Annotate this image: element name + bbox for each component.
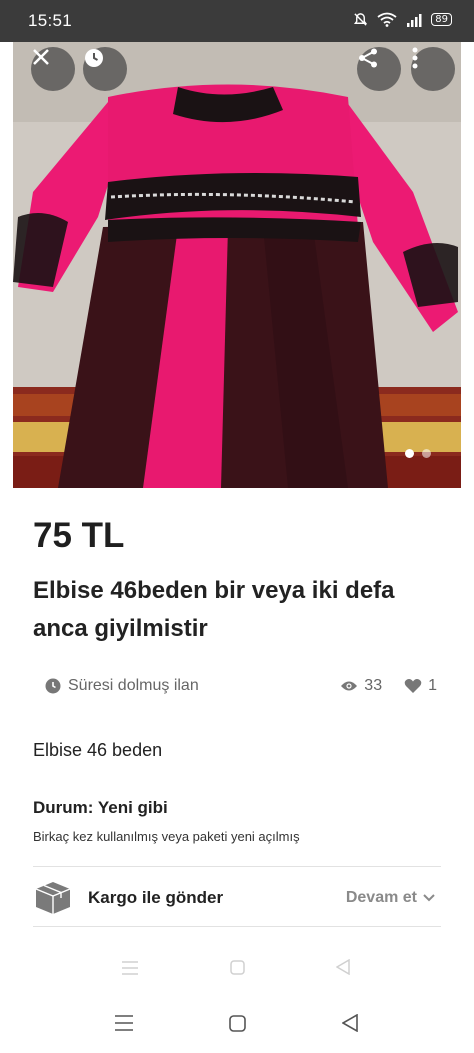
views-value: 33 (364, 677, 383, 694)
system-navigation-bar (0, 993, 474, 1053)
close-icon (33, 49, 49, 65)
dress-photo (13, 42, 461, 488)
status-text: Süresi dolmuş ilan (68, 677, 199, 694)
status-time: 15:51 (28, 11, 73, 30)
share-icon (359, 48, 377, 68)
photo-pagination (405, 449, 431, 458)
square-icon (228, 1014, 246, 1032)
heart-icon (404, 679, 422, 693)
close-button[interactable] (31, 47, 75, 91)
divider (33, 926, 441, 927)
mute-icon (354, 13, 368, 26)
page-dot-2[interactable] (422, 449, 431, 458)
shipping-row[interactable]: Kargo ile gönder Devam et (33, 878, 441, 918)
likes-value: 1 (428, 677, 437, 694)
listing-details: 75 TL Elbise 46beden bir veya iki defa a… (13, 488, 461, 993)
status-icons: 89 (353, 12, 452, 27)
listing-status: Süresi dolmuş ilan (45, 677, 199, 695)
listing-photo[interactable] (13, 42, 461, 488)
back-triangle-icon (342, 1014, 358, 1032)
menu-icon (115, 1015, 133, 1031)
condition-description: Birkaç kez kullanılmış veya paketi yeni … (33, 829, 300, 844)
condition-label: Durum: Yeni gibi (33, 798, 168, 817)
menu-icon[interactable] (122, 961, 138, 975)
listing-stats: 33 1 (318, 677, 437, 695)
chevron-down-icon (423, 894, 435, 902)
status-bar: 15:51 89 (0, 0, 474, 42)
battery-icon: 89 (431, 13, 452, 26)
continue-button[interactable]: Devam et (346, 889, 435, 907)
recent-apps-button[interactable] (94, 993, 154, 1053)
inner-navigation-bar (13, 953, 461, 983)
signal-icon (407, 13, 422, 27)
box-icon (35, 882, 71, 914)
listing-description: Elbise 46 beden (33, 740, 163, 760)
more-vert-icon (412, 47, 418, 69)
clock-icon (45, 678, 61, 694)
square-icon[interactable] (230, 960, 245, 975)
shipping-label: Kargo ile gönder (88, 888, 224, 907)
listing-meta: Süresi dolmuş ilan 33 1 (33, 675, 443, 699)
listing-title: Elbise 46beden bir veya iki defa anca gi… (33, 577, 395, 642)
like-count[interactable]: 1 (404, 677, 437, 695)
view-count: 33 (340, 677, 382, 695)
listing-price: 75 TL (33, 516, 125, 555)
clock-icon (85, 49, 103, 67)
back-triangle-icon[interactable] (336, 959, 350, 975)
back-button[interactable] (320, 993, 380, 1053)
more-options-button[interactable] (411, 47, 455, 91)
home-button[interactable] (207, 993, 267, 1053)
divider (33, 866, 441, 867)
wifi-icon (377, 12, 397, 27)
eye-icon (341, 681, 358, 691)
page-dot-1[interactable] (405, 449, 414, 458)
history-button[interactable] (83, 47, 127, 91)
continue-label: Devam et (345, 889, 417, 906)
share-button[interactable] (357, 47, 401, 91)
